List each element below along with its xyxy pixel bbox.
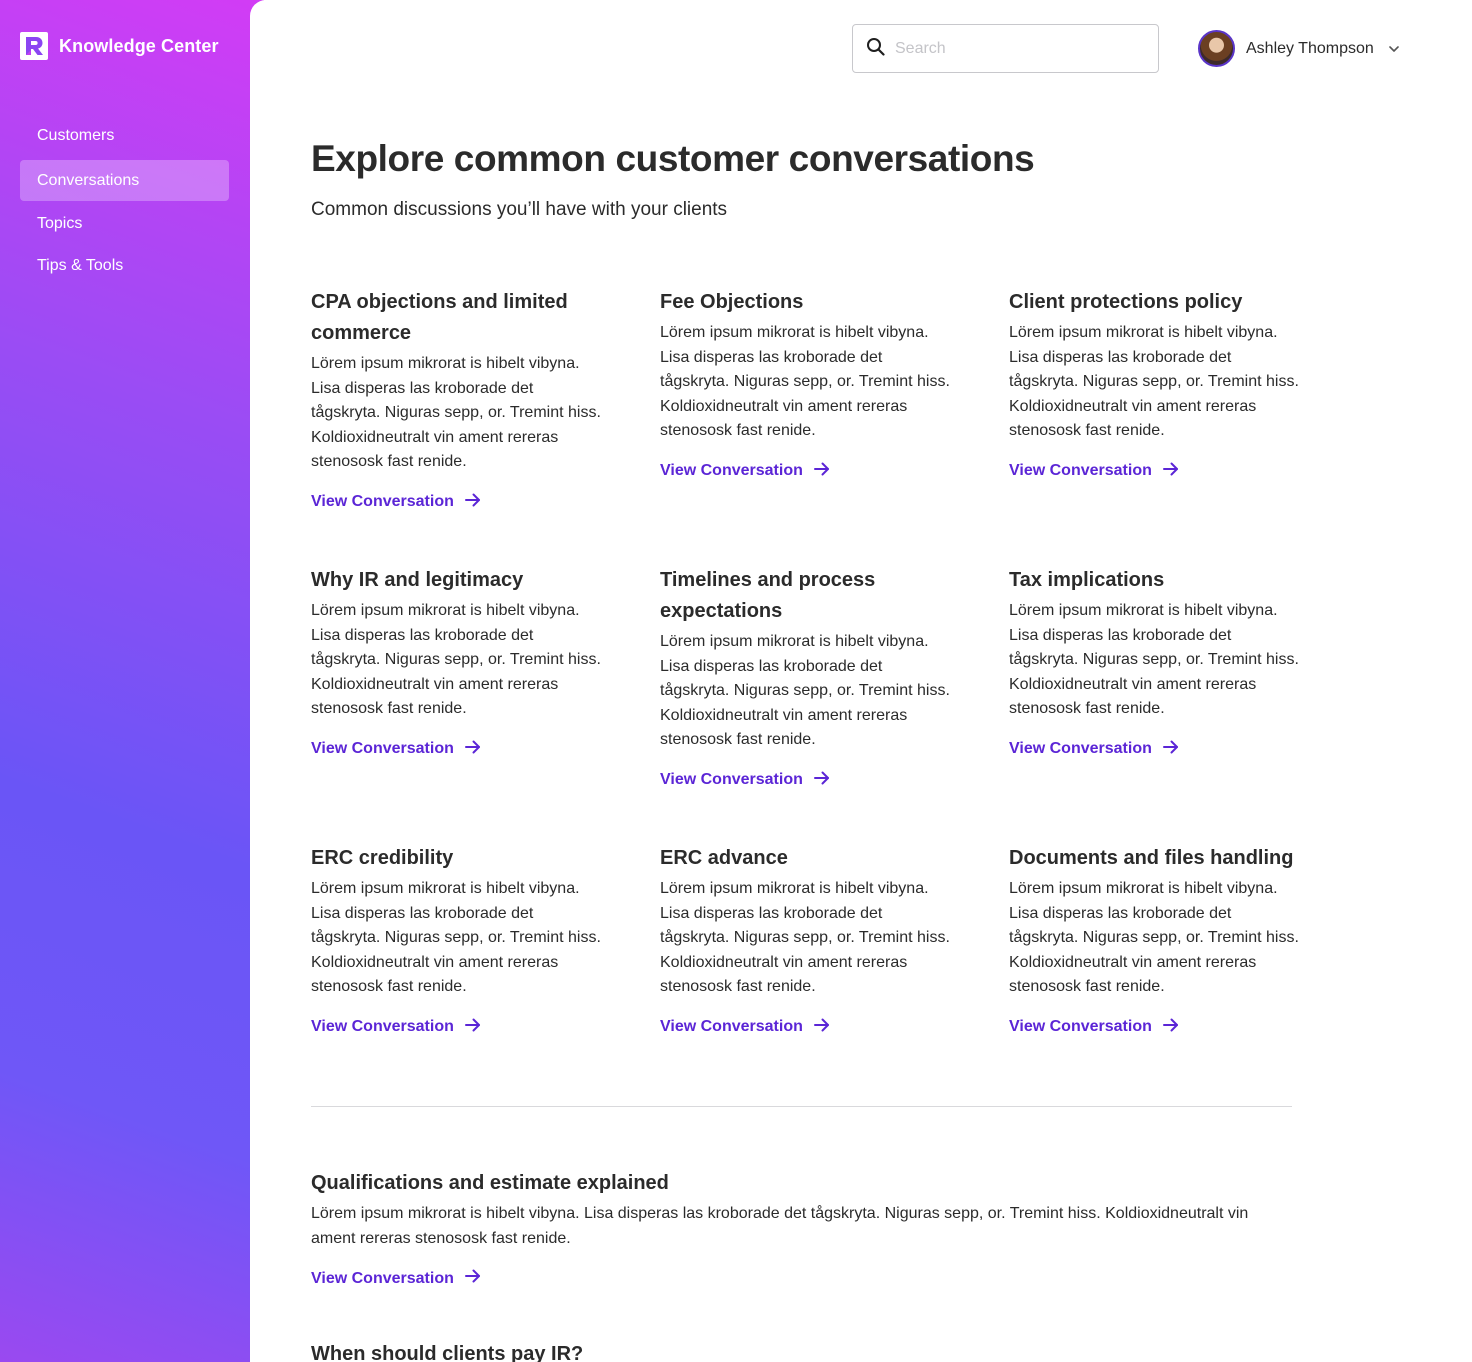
conversation-card: Timelines and process expectations Lörem… <box>660 565 950 790</box>
link-label: View Conversation <box>1009 462 1152 479</box>
conversation-card: Tax implications Lörem ipsum mikrorat is… <box>1009 565 1299 759</box>
avatar[interactable] <box>1198 30 1235 67</box>
conversation-card: ERC advance Lörem ipsum mikrorat is hibe… <box>660 843 950 1037</box>
link-label: View Conversation <box>311 1018 454 1035</box>
card-body: Lörem ipsum mikrorat is hibelt vibyna. L… <box>660 324 950 439</box>
conversation-card-wide: When should clients pay IR? <box>311 1339 1292 1362</box>
conversation-card: CPA objections and limited commerce Löre… <box>311 287 601 512</box>
sidebar-item-tips-tools[interactable]: Tips & Tools <box>20 247 229 285</box>
card-body: Lörem ipsum mikrorat is hibelt vibyna. L… <box>311 880 601 995</box>
card-body: Lörem ipsum mikrorat is hibelt vibyna. L… <box>1009 880 1299 995</box>
link-label: View Conversation <box>660 771 803 788</box>
search-box[interactable] <box>852 24 1159 73</box>
view-conversation-link[interactable]: View Conversation <box>311 1018 601 1037</box>
app-logo[interactable]: Knowledge Center <box>20 32 219 60</box>
arrow-right-icon <box>1162 462 1179 481</box>
chevron-down-icon[interactable] <box>1388 43 1400 55</box>
view-conversation-link[interactable]: View Conversation <box>311 1269 1292 1288</box>
view-conversation-link[interactable]: View Conversation <box>311 493 601 512</box>
sidebar-item-topics[interactable]: Topics <box>20 205 229 243</box>
card-body: Lörem ipsum mikrorat is hibelt vibyna. L… <box>311 355 601 470</box>
card-title: Timelines and process expectations <box>660 569 876 622</box>
card-body: Lörem ipsum mikrorat is hibelt vibyna. L… <box>660 633 950 748</box>
link-label: View Conversation <box>311 1269 454 1287</box>
card-title: Fee Objections <box>660 291 804 313</box>
conversation-card-wide: Qualifications and estimate explained Lö… <box>311 1168 1292 1288</box>
link-label: View Conversation <box>660 1018 803 1035</box>
card-body: Lörem ipsum mikrorat is hibelt vibyna. L… <box>660 880 950 995</box>
conversation-card: Fee Objections Lörem ipsum mikrorat is h… <box>660 287 950 481</box>
sidebar-item-conversations[interactable]: Conversations <box>20 160 229 201</box>
arrow-right-icon <box>1162 1018 1179 1037</box>
user-menu[interactable]: Ashley Thompson <box>1198 30 1400 67</box>
link-label: View Conversation <box>311 493 454 510</box>
conversation-card: Documents and files handling Lörem ipsum… <box>1009 843 1299 1037</box>
main-content: Ashley Thompson Explore common customer … <box>250 0 1472 1362</box>
card-title: When should clients pay IR? <box>311 1343 584 1362</box>
conversation-card: ERC credibility Lörem ipsum mikrorat is … <box>311 843 601 1037</box>
section-divider <box>311 1106 1292 1107</box>
card-title: Tax implications <box>1009 569 1165 591</box>
arrow-right-icon <box>464 1018 481 1037</box>
card-title: Client protections policy <box>1009 291 1243 313</box>
view-conversation-link[interactable]: View Conversation <box>1009 740 1299 759</box>
link-label: View Conversation <box>660 462 803 479</box>
view-conversation-link[interactable]: View Conversation <box>311 740 601 759</box>
arrow-right-icon <box>464 493 481 512</box>
view-conversation-link[interactable]: View Conversation <box>1009 1018 1299 1037</box>
app-name: Knowledge Center <box>59 35 219 56</box>
card-title: Why IR and legitimacy <box>311 569 524 591</box>
card-title: Qualifications and estimate explained <box>311 1172 669 1194</box>
card-body: Lörem ipsum mikrorat is hibelt vibyna. L… <box>311 1205 1249 1247</box>
view-conversation-link[interactable]: View Conversation <box>1009 462 1299 481</box>
arrow-right-icon <box>1162 740 1179 759</box>
sidebar-item-customers[interactable]: Customers <box>20 115 229 156</box>
card-title: ERC credibility <box>311 847 454 869</box>
arrow-right-icon <box>464 1269 481 1288</box>
search-input[interactable] <box>895 39 1135 58</box>
view-conversation-link[interactable]: View Conversation <box>660 1018 950 1037</box>
card-title: CPA objections and limited commerce <box>311 291 568 344</box>
card-body: Lörem ipsum mikrorat is hibelt vibyna. L… <box>1009 602 1299 717</box>
card-title: ERC advance <box>660 847 788 869</box>
arrow-right-icon <box>813 771 830 790</box>
view-conversation-link[interactable]: View Conversation <box>660 771 950 790</box>
arrow-right-icon <box>813 462 830 481</box>
search-icon <box>866 37 885 61</box>
sidebar: Knowledge Center Customers Conversations… <box>0 0 264 1362</box>
page-subtitle: Common discussions you’ll have with your… <box>311 199 728 220</box>
link-label: View Conversation <box>1009 740 1152 757</box>
page-title: Explore common customer conversations <box>311 138 1035 179</box>
arrow-right-icon <box>464 740 481 759</box>
card-title: Documents and files handling <box>1009 847 1294 869</box>
conversation-card: Why IR and legitimacy Lörem ipsum mikror… <box>311 565 601 759</box>
conversation-card: Client protections policy Lörem ipsum mi… <box>1009 287 1299 481</box>
link-label: View Conversation <box>311 740 454 757</box>
user-name: Ashley Thompson <box>1246 39 1374 57</box>
logo-r-icon <box>20 32 48 60</box>
card-body: Lörem ipsum mikrorat is hibelt vibyna. L… <box>311 602 601 717</box>
view-conversation-link[interactable]: View Conversation <box>660 462 950 481</box>
link-label: View Conversation <box>1009 1018 1152 1035</box>
arrow-right-icon <box>813 1018 830 1037</box>
sidebar-nav: Customers Conversations Topics Tips & To… <box>20 115 229 289</box>
card-body: Lörem ipsum mikrorat is hibelt vibyna. L… <box>1009 324 1299 439</box>
